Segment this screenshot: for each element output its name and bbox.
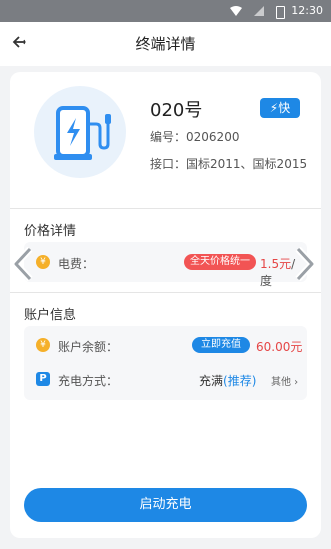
- charge-mode-value[interactable]: 充满(推荐): [199, 372, 256, 389]
- station-interface: 接口：国标2011、国标2015: [150, 155, 307, 172]
- station-code: 编号：0206200: [150, 128, 239, 145]
- left-arrow-icon[interactable]: [12, 247, 36, 281]
- fast-charge-badge: ⚡快: [260, 98, 300, 118]
- coin-icon: ¥: [36, 338, 50, 352]
- other-mode-link[interactable]: 其他 ›: [271, 373, 298, 388]
- code-label: 编号：: [150, 130, 187, 144]
- price-section-title: 价格详情: [24, 224, 77, 239]
- charge-mode-label: 充电方式：: [58, 374, 119, 388]
- account-box: ¥ 账户余额： 立即充值 60.00元 P 充电方式： 充满(推荐) 其他 ›: [24, 326, 307, 400]
- balance-value: 60.00元: [256, 340, 303, 354]
- lightning-icon: ⚡: [269, 101, 279, 115]
- start-charging-button[interactable]: 启动充电: [24, 488, 307, 522]
- uniform-price-badge: 全天价格统一: [184, 254, 256, 270]
- charging-pump-icon: [54, 106, 111, 160]
- terminal-card: 020号 ⚡快 编号：0206200 接口：国标2011、国标2015 价格详情…: [10, 72, 321, 538]
- price-amount: 1.5元: [260, 257, 292, 271]
- interface-label: 接口：: [150, 157, 187, 171]
- charger-illustration: [34, 86, 126, 178]
- battery-icon: [276, 6, 285, 19]
- divider: [10, 208, 321, 209]
- recharge-button[interactable]: 立即充值: [192, 337, 250, 353]
- code-value: 0206200: [186, 130, 240, 144]
- fee-label: 电费：: [58, 257, 95, 271]
- coin-icon: ¥: [36, 255, 50, 269]
- mode-recommend: (推荐): [223, 374, 257, 388]
- price-row: ¥ 电费： 全天价格统一 1.5元/度: [24, 242, 307, 288]
- page-title: 终端详情: [135, 35, 196, 53]
- interface-value: 国标2011、国标2015: [186, 157, 308, 171]
- header: 终端详情: [0, 22, 331, 66]
- chevron-right-icon: ›: [291, 377, 299, 388]
- parking-icon: P: [36, 372, 50, 386]
- right-arrow-icon[interactable]: [292, 247, 316, 281]
- mode-value: 充满: [199, 374, 224, 388]
- other-label: 其他: [271, 377, 291, 388]
- status-bar: 12:30: [0, 0, 331, 22]
- account-section-title: 账户信息: [24, 308, 77, 323]
- wifi-icon: [230, 6, 242, 16]
- status-time: 12:30: [291, 4, 323, 17]
- signal-icon: [254, 6, 264, 16]
- fast-label: 快: [278, 101, 291, 115]
- balance-label: 账户余额：: [58, 340, 119, 354]
- station-name: 020号: [150, 100, 203, 121]
- divider: [10, 292, 321, 293]
